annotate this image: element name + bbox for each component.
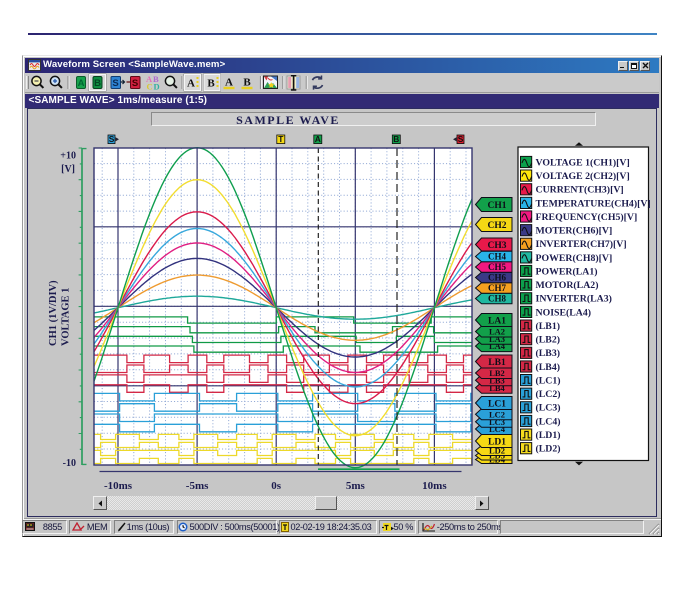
svg-text:INVERTER(LA3): INVERTER(LA3) xyxy=(536,294,612,305)
svg-text:MOTOR(LA2): MOTOR(LA2) xyxy=(536,280,599,291)
svg-text:CH2: CH2 xyxy=(488,221,507,231)
svg-text:(LB3): (LB3) xyxy=(536,348,561,359)
svg-text:VOLTAGE 1: VOLTAGE 1 xyxy=(61,288,72,346)
svg-text:INVERTER(CH7)[V]: INVERTER(CH7)[V] xyxy=(536,239,627,250)
svg-text:(LB2): (LB2) xyxy=(536,335,561,346)
svg-text:LA1: LA1 xyxy=(488,316,506,326)
svg-text:-10: -10 xyxy=(63,458,76,469)
svg-text:TEMPERATURE(CH4)[V]: TEMPERATURE(CH4)[V] xyxy=(536,198,651,209)
svg-text:LC1: LC1 xyxy=(488,399,506,409)
svg-text:(LD1): (LD1) xyxy=(536,430,561,441)
svg-text:CH5: CH5 xyxy=(488,262,507,272)
svg-text:CH7: CH7 xyxy=(488,283,507,293)
svg-text:B: B xyxy=(393,134,399,144)
svg-text:(LB4): (LB4) xyxy=(536,362,561,373)
svg-text:T: T xyxy=(278,134,284,144)
svg-text:LC2: LC2 xyxy=(489,409,505,419)
svg-text:(LC2): (LC2) xyxy=(536,389,561,400)
svg-text:MOTER(CH6)[V]: MOTER(CH6)[V] xyxy=(536,226,613,237)
svg-text:(LC1): (LC1) xyxy=(536,376,561,387)
svg-text:FREQUENCY(CH5)[V]: FREQUENCY(CH5)[V] xyxy=(536,212,638,223)
svg-text:CH3: CH3 xyxy=(488,241,507,251)
svg-text:5ms: 5ms xyxy=(346,480,366,492)
svg-text:(LC4): (LC4) xyxy=(536,416,561,427)
svg-text:S: S xyxy=(109,134,115,144)
svg-text:CURRENT(CH3)[V]: CURRENT(CH3)[V] xyxy=(536,185,624,196)
svg-text:CH1: CH1 xyxy=(488,201,507,211)
svg-text:CH1 (1V/DIV): CH1 (1V/DIV) xyxy=(48,280,59,346)
svg-text:LD1: LD1 xyxy=(488,437,506,447)
svg-text:-10ms: -10ms xyxy=(104,480,133,492)
svg-text:CH6: CH6 xyxy=(488,273,507,283)
svg-text:CH8: CH8 xyxy=(488,294,507,304)
svg-text:CH4: CH4 xyxy=(488,252,507,262)
svg-text:LB1: LB1 xyxy=(488,358,506,368)
svg-text:-5ms: -5ms xyxy=(186,480,209,492)
svg-text:(LD2): (LD2) xyxy=(536,444,561,455)
svg-text:0s: 0s xyxy=(271,480,282,492)
svg-text:VOLTAGE 2(CH2)[V]: VOLTAGE 2(CH2)[V] xyxy=(536,171,630,182)
svg-text:POWER(LA1): POWER(LA1) xyxy=(536,266,598,277)
svg-text:VOLTAGE 1(CH1)[V]: VOLTAGE 1(CH1)[V] xyxy=(536,157,630,168)
svg-text:(LC3): (LC3) xyxy=(536,403,561,414)
svg-text:POWER(CH8)[V]: POWER(CH8)[V] xyxy=(536,253,613,264)
svg-text:LA2: LA2 xyxy=(489,327,505,337)
svg-text:(LB1): (LB1) xyxy=(536,321,561,332)
svg-text:[V]: [V] xyxy=(61,164,75,175)
svg-text:NOISE(LA4): NOISE(LA4) xyxy=(536,307,592,318)
svg-text:10ms: 10ms xyxy=(422,480,447,492)
svg-text:S: S xyxy=(458,134,464,144)
svg-text:LB2: LB2 xyxy=(489,368,505,378)
svg-text:A: A xyxy=(315,134,321,144)
svg-text:+10: +10 xyxy=(60,151,76,162)
